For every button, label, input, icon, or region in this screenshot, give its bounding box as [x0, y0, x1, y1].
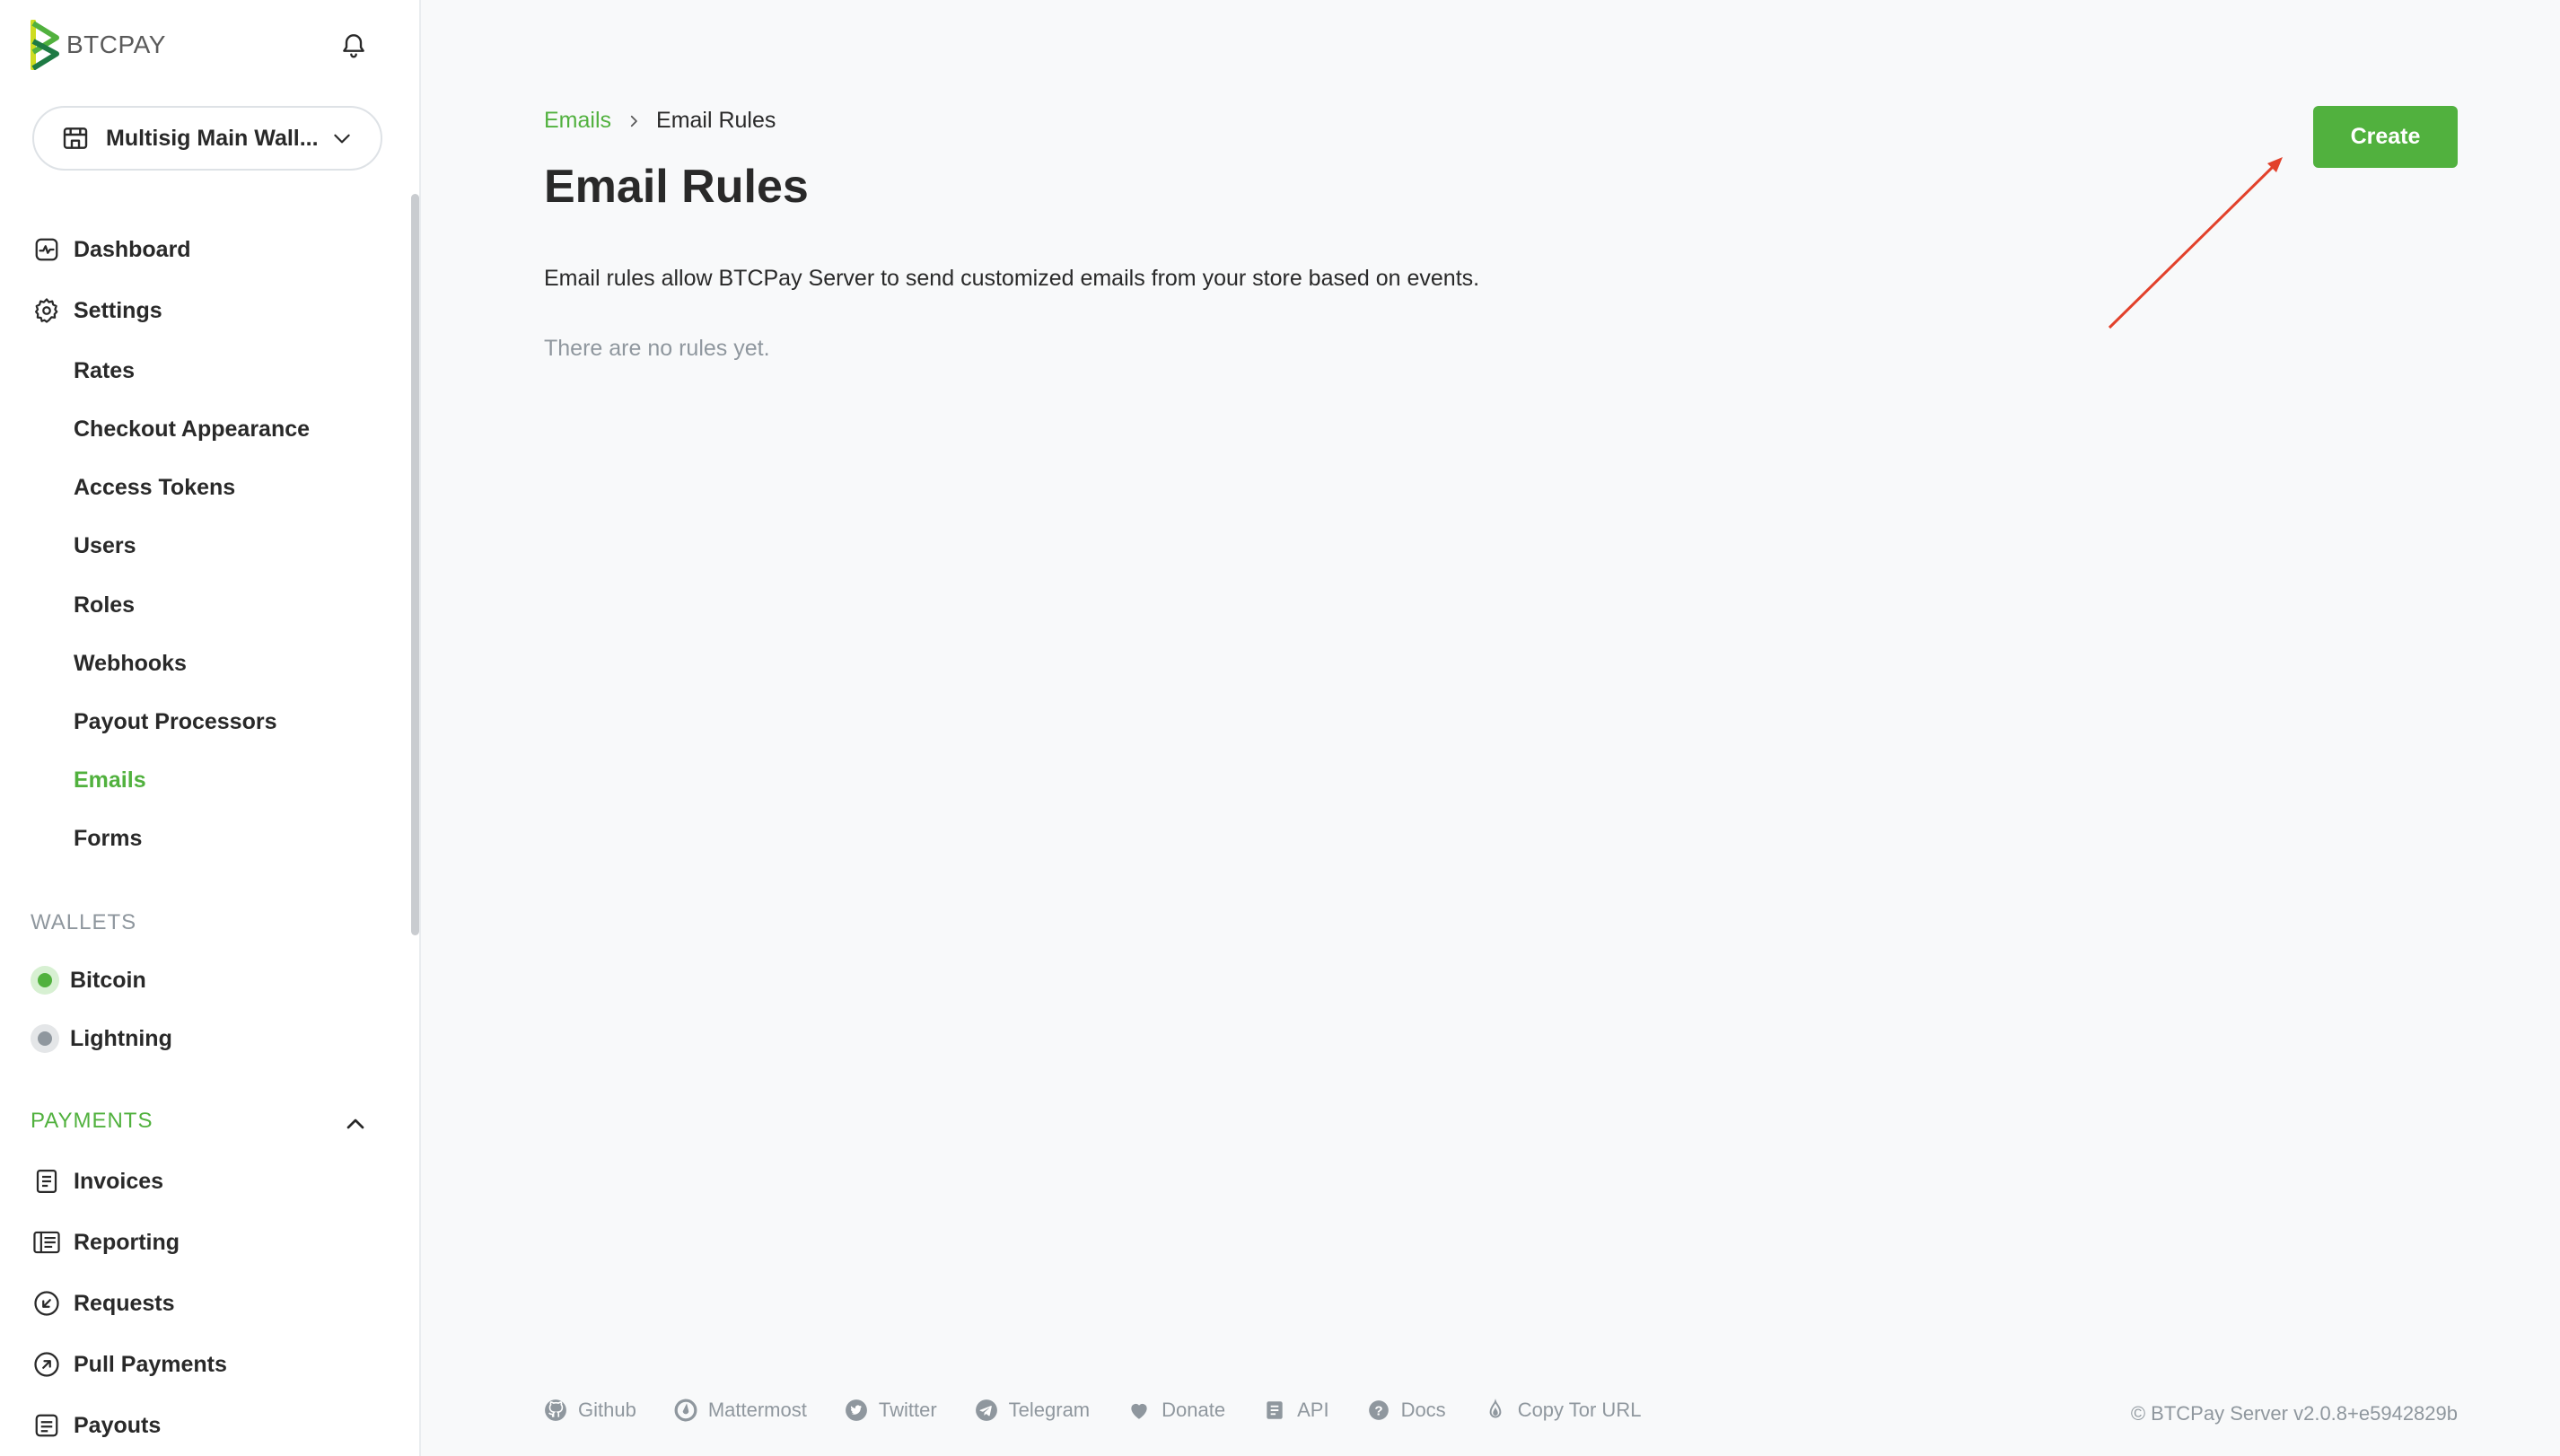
store-selector[interactable]: Multisig Main Wall...	[32, 106, 382, 171]
breadcrumb-current: Email Rules	[656, 108, 776, 133]
logo-text: BTCPAY	[66, 31, 166, 58]
nav-label: Invoices	[74, 1168, 164, 1194]
nav-label: Pull Payments	[74, 1351, 227, 1377]
nav-label: Payout Processors	[74, 708, 277, 734]
payments-heading: PAYMENTS	[31, 1109, 153, 1133]
nav-label: Lightning	[70, 1025, 172, 1051]
reporting-icon	[32, 1228, 61, 1257]
nav-settings-emails[interactable]: Emails	[74, 762, 146, 798]
payouts-icon	[32, 1411, 61, 1440]
github-icon	[545, 1399, 566, 1421]
nav-label: Requests	[74, 1290, 175, 1316]
footer-link-label: API	[1297, 1399, 1329, 1421]
nav-label: Payouts	[74, 1412, 162, 1438]
nav-label: Rates	[74, 357, 136, 383]
store-name: Multisig Main Wall...	[106, 125, 319, 151]
nav-wallet-lightning[interactable]: Lightning	[31, 1019, 172, 1058]
nav-settings-label: Settings	[74, 297, 162, 323]
chevron-right-icon	[630, 115, 637, 127]
footer-link-github[interactable]: Github	[544, 1399, 636, 1422]
dashboard-icon	[32, 235, 61, 264]
nav-label: Webhooks	[74, 650, 187, 676]
sidebar: BTCPAY Multisig Main Wall... Dashboard S…	[0, 0, 421, 1456]
nav-pull-payments[interactable]: Pull Payments	[32, 1345, 227, 1384]
footer-link-label: Github	[578, 1399, 636, 1421]
footer-link-label: Telegram	[1008, 1399, 1091, 1421]
footer-link-telegram[interactable]: Telegram	[975, 1399, 1090, 1422]
gear-icon	[32, 296, 61, 325]
nav-label: Forms	[74, 825, 143, 851]
footer-link-label: Mattermost	[707, 1399, 807, 1421]
invoice-icon	[32, 1167, 61, 1196]
footer-links: Github Mattermost Twitter Telegram Donat…	[544, 1399, 1641, 1422]
chevron-up-icon[interactable]	[341, 1110, 370, 1138]
create-button[interactable]: Create	[2313, 106, 2458, 168]
nav-label: Users	[74, 532, 136, 558]
copyright-text: © BTCPay Server v2.0.8+e5942829b	[2130, 1402, 2458, 1425]
footer-link-twitter[interactable]: Twitter	[845, 1399, 937, 1422]
nav-payouts[interactable]: Payouts	[32, 1406, 161, 1445]
footer-link-copy-tor-url[interactable]: Copy Tor URL	[1484, 1399, 1642, 1422]
nav-reporting[interactable]: Reporting	[32, 1223, 180, 1262]
nav-settings-payout-processors[interactable]: Payout Processors	[74, 704, 277, 740]
telegram-icon	[975, 1399, 997, 1421]
footer-link-mattermost[interactable]: Mattermost	[674, 1399, 807, 1422]
pull-payments-icon	[32, 1350, 61, 1379]
requests-icon	[32, 1289, 61, 1318]
footer-link-label: Donate	[1162, 1399, 1226, 1421]
nav-settings-roles[interactable]: Roles	[74, 587, 135, 623]
breadcrumb: Emails Email Rules	[544, 108, 776, 134]
footer-link-donate[interactable]: Donate	[1127, 1399, 1225, 1422]
footer-link-label: Copy Tor URL	[1517, 1399, 1642, 1421]
nav-label: Access Tokens	[74, 474, 236, 500]
page-title: Email Rules	[544, 161, 809, 213]
nav-wallet-bitcoin[interactable]: Bitcoin	[31, 960, 146, 1000]
mattermost-icon	[674, 1399, 697, 1422]
empty-state-message: There are no rules yet.	[544, 336, 770, 361]
nav-dashboard[interactable]: Dashboard	[32, 230, 191, 269]
svg-text:?: ?	[1374, 1403, 1382, 1418]
footer-link-api[interactable]: API	[1263, 1399, 1329, 1422]
tor-icon	[1489, 1399, 1502, 1418]
breadcrumb-emails-link[interactable]: Emails	[544, 108, 611, 134]
docs-icon: ?	[1368, 1400, 1389, 1420]
nav-label: Checkout Appearance	[74, 416, 311, 442]
api-icon	[1267, 1401, 1283, 1419]
btcpay-logo-icon	[31, 20, 59, 70]
heart-icon	[1131, 1403, 1147, 1419]
btcpay-logo[interactable]: BTCPAY	[31, 20, 166, 70]
nav-requests[interactable]: Requests	[32, 1284, 175, 1323]
footer-link-label: Docs	[1400, 1399, 1446, 1421]
nav-label: Roles	[74, 592, 136, 618]
nav-dashboard-label: Dashboard	[74, 236, 191, 262]
nav-settings-forms[interactable]: Forms	[74, 820, 142, 856]
sidebar-scrollbar[interactable]	[411, 194, 419, 935]
store-icon	[63, 127, 88, 149]
nav-label: Bitcoin	[70, 967, 146, 993]
footer-link-docs[interactable]: ? Docs	[1367, 1399, 1446, 1422]
chevron-down-icon	[334, 134, 350, 144]
twitter-icon	[845, 1399, 867, 1421]
status-dot-enabled	[31, 966, 59, 995]
notifications-bell-icon[interactable]	[336, 27, 372, 63]
nav-settings-checkout-appearance[interactable]: Checkout Appearance	[74, 411, 310, 447]
wallets-heading: WALLETS	[31, 910, 137, 934]
nav-settings-access-tokens[interactable]: Access Tokens	[74, 469, 235, 505]
annotation-arrow-icon	[2108, 157, 2283, 329]
nav-settings[interactable]: Settings	[32, 291, 162, 330]
footer-link-label: Twitter	[878, 1399, 937, 1421]
nav-settings-webhooks[interactable]: Webhooks	[74, 645, 187, 681]
nav-settings-rates[interactable]: Rates	[74, 353, 135, 389]
status-dot-disabled	[31, 1024, 59, 1053]
page-description: Email rules allow BTCPay Server to send …	[544, 266, 1480, 291]
nav-label: Reporting	[74, 1229, 180, 1255]
nav-invoices[interactable]: Invoices	[32, 1162, 163, 1201]
nav-settings-users[interactable]: Users	[74, 528, 136, 564]
nav-label: Emails	[74, 767, 146, 793]
